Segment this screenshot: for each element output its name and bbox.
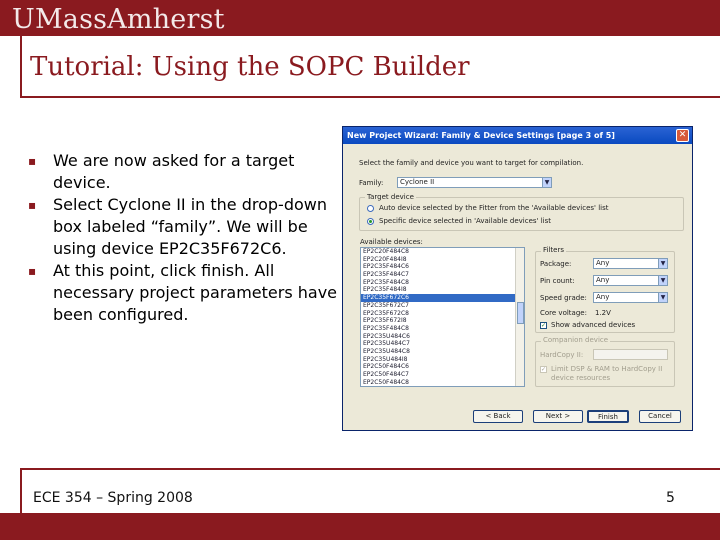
- hardcopy-label: HardCopy II:: [540, 351, 584, 359]
- device-list-item[interactable]: EP2C35F484I8: [361, 286, 524, 294]
- footer-rule-horizontal: [20, 468, 720, 470]
- pin-count-dropdown[interactable]: Any ▼: [593, 275, 668, 286]
- header-bar: UMassAmherst: [0, 0, 720, 36]
- hardcopy-dropdown[interactable]: [593, 349, 668, 360]
- radio-auto-device[interactable]: [367, 205, 374, 212]
- chevron-down-icon[interactable]: ▼: [658, 293, 667, 302]
- title-rule-vertical: [20, 36, 22, 98]
- dialog-instruction: Select the family and device you want to…: [359, 159, 584, 167]
- finish-button[interactable]: Finish: [587, 410, 629, 423]
- scrollbar-thumb[interactable]: [517, 302, 524, 324]
- slide-title: Tutorial: Using the SOPC Builder: [30, 52, 470, 82]
- device-list-item[interactable]: EP2C35F672C6: [361, 294, 524, 302]
- bullet-marker-icon: ▪: [28, 264, 37, 278]
- bullet-marker-icon: ▪: [28, 154, 37, 168]
- family-dropdown[interactable]: Cyclone II ▼: [397, 177, 552, 188]
- family-label: Family:: [359, 179, 384, 187]
- bullet-text: We are now asked for a target device.: [53, 151, 295, 192]
- package-value: Any: [596, 259, 610, 267]
- device-list-item[interactable]: EP2C35F484C6: [361, 263, 524, 271]
- chevron-down-icon[interactable]: ▼: [658, 259, 667, 268]
- chevron-down-icon[interactable]: ▼: [542, 178, 551, 187]
- bullet-item: ▪ Select Cyclone II in the drop-down box …: [28, 194, 338, 260]
- show-advanced-label: Show advanced devices: [551, 321, 636, 329]
- title-rule-horizontal: [20, 96, 720, 98]
- package-label: Package:: [540, 260, 572, 268]
- limit-dsp-label-2: device resources: [551, 374, 611, 382]
- bullet-marker-icon: ▪: [28, 198, 37, 212]
- back-button[interactable]: < Back: [473, 410, 523, 423]
- page-number: 5: [666, 490, 675, 506]
- cancel-button[interactable]: Cancel: [639, 410, 681, 423]
- package-dropdown[interactable]: Any ▼: [593, 258, 668, 269]
- device-list-item[interactable]: EP2C20F484I8: [361, 256, 524, 264]
- target-device-label: Target device: [365, 193, 416, 201]
- radio-specific-label: Specific device selected in 'Available d…: [379, 217, 551, 225]
- course-footer: ECE 354 – Spring 2008: [33, 490, 193, 506]
- device-list-item[interactable]: EP2C35F484C7: [361, 271, 524, 279]
- show-advanced-checkbox[interactable]: ✓: [540, 322, 547, 329]
- bullet-list: ▪ We are now asked for a target device. ▪…: [28, 150, 338, 326]
- companion-device-label: Companion device: [541, 336, 611, 344]
- dialog-title: New Project Wizard: Family & Device Sett…: [347, 131, 615, 140]
- brand-logo: UMassAmherst: [12, 4, 225, 35]
- family-value: Cyclone II: [400, 178, 435, 186]
- device-list-item[interactable]: EP2C35U484C7: [361, 340, 524, 348]
- bullet-text: At this point, click finish. All necessa…: [53, 261, 337, 324]
- device-list-item[interactable]: EP2C50F484C6: [361, 363, 524, 371]
- device-list-item[interactable]: EP2C35U484C6: [361, 333, 524, 341]
- core-voltage-label: Core voltage:: [540, 309, 587, 317]
- device-list-items: EP2C20F484C8 EP2C20F484I8 EP2C35F484C6 EP2C…: [361, 248, 524, 386]
- device-list-item[interactable]: EP2C35F672C7: [361, 302, 524, 310]
- target-device-group: [359, 197, 684, 231]
- pin-count-label: Pin count:: [540, 277, 575, 285]
- new-project-wizard-dialog: New Project Wizard: Family & Device Sett…: [342, 126, 693, 431]
- chevron-down-icon[interactable]: ▼: [658, 276, 667, 285]
- bullet-text: Select Cyclone II in the drop-down box l…: [53, 195, 327, 258]
- pin-count-value: Any: [596, 276, 610, 284]
- core-voltage-value: 1.2V: [595, 309, 611, 317]
- device-list-item[interactable]: EP2C20F484C8: [361, 248, 524, 256]
- close-icon[interactable]: ✕: [676, 129, 689, 142]
- radio-auto-label: Auto device selected by the Fitter from …: [379, 204, 609, 212]
- device-list-scrollbar[interactable]: [515, 248, 524, 386]
- speed-grade-value: Any: [596, 293, 610, 301]
- limit-dsp-label: Limit DSP & RAM to HardCopy II: [551, 365, 663, 373]
- footer-bar: [0, 513, 720, 540]
- dialog-title-bar: New Project Wizard: Family & Device Sett…: [343, 127, 692, 144]
- next-button[interactable]: Next >: [533, 410, 583, 423]
- bullet-item: ▪ At this point, click finish. All necess…: [28, 260, 338, 326]
- device-list-item[interactable]: EP2C50F484C8: [361, 379, 524, 386]
- device-list-item[interactable]: EP2C35F484C8: [361, 279, 524, 287]
- device-list-item[interactable]: EP2C35U484I8: [361, 356, 524, 364]
- device-list-item[interactable]: EP2C35U484C8: [361, 348, 524, 356]
- device-list-item[interactable]: EP2C35F672I8: [361, 317, 524, 325]
- speed-grade-dropdown[interactable]: Any ▼: [593, 292, 668, 303]
- radio-specific-device[interactable]: [367, 218, 374, 225]
- bullet-item: ▪ We are now asked for a target device.: [28, 150, 338, 194]
- device-list-item[interactable]: EP2C35F672C8: [361, 310, 524, 318]
- available-devices-label: Available devices:: [360, 238, 423, 246]
- limit-dsp-checkbox[interactable]: ✓: [540, 366, 547, 373]
- device-list-item[interactable]: EP2C35F484C8: [361, 325, 524, 333]
- device-list-item[interactable]: EP2C50F484C7: [361, 371, 524, 379]
- speed-grade-label: Speed grade:: [540, 294, 587, 302]
- available-devices-list[interactable]: EP2C20F484C8 EP2C20F484I8 EP2C35F484C6 EP2C…: [360, 247, 525, 387]
- filters-label: Filters: [541, 246, 566, 254]
- footer-rule-vertical: [20, 468, 22, 513]
